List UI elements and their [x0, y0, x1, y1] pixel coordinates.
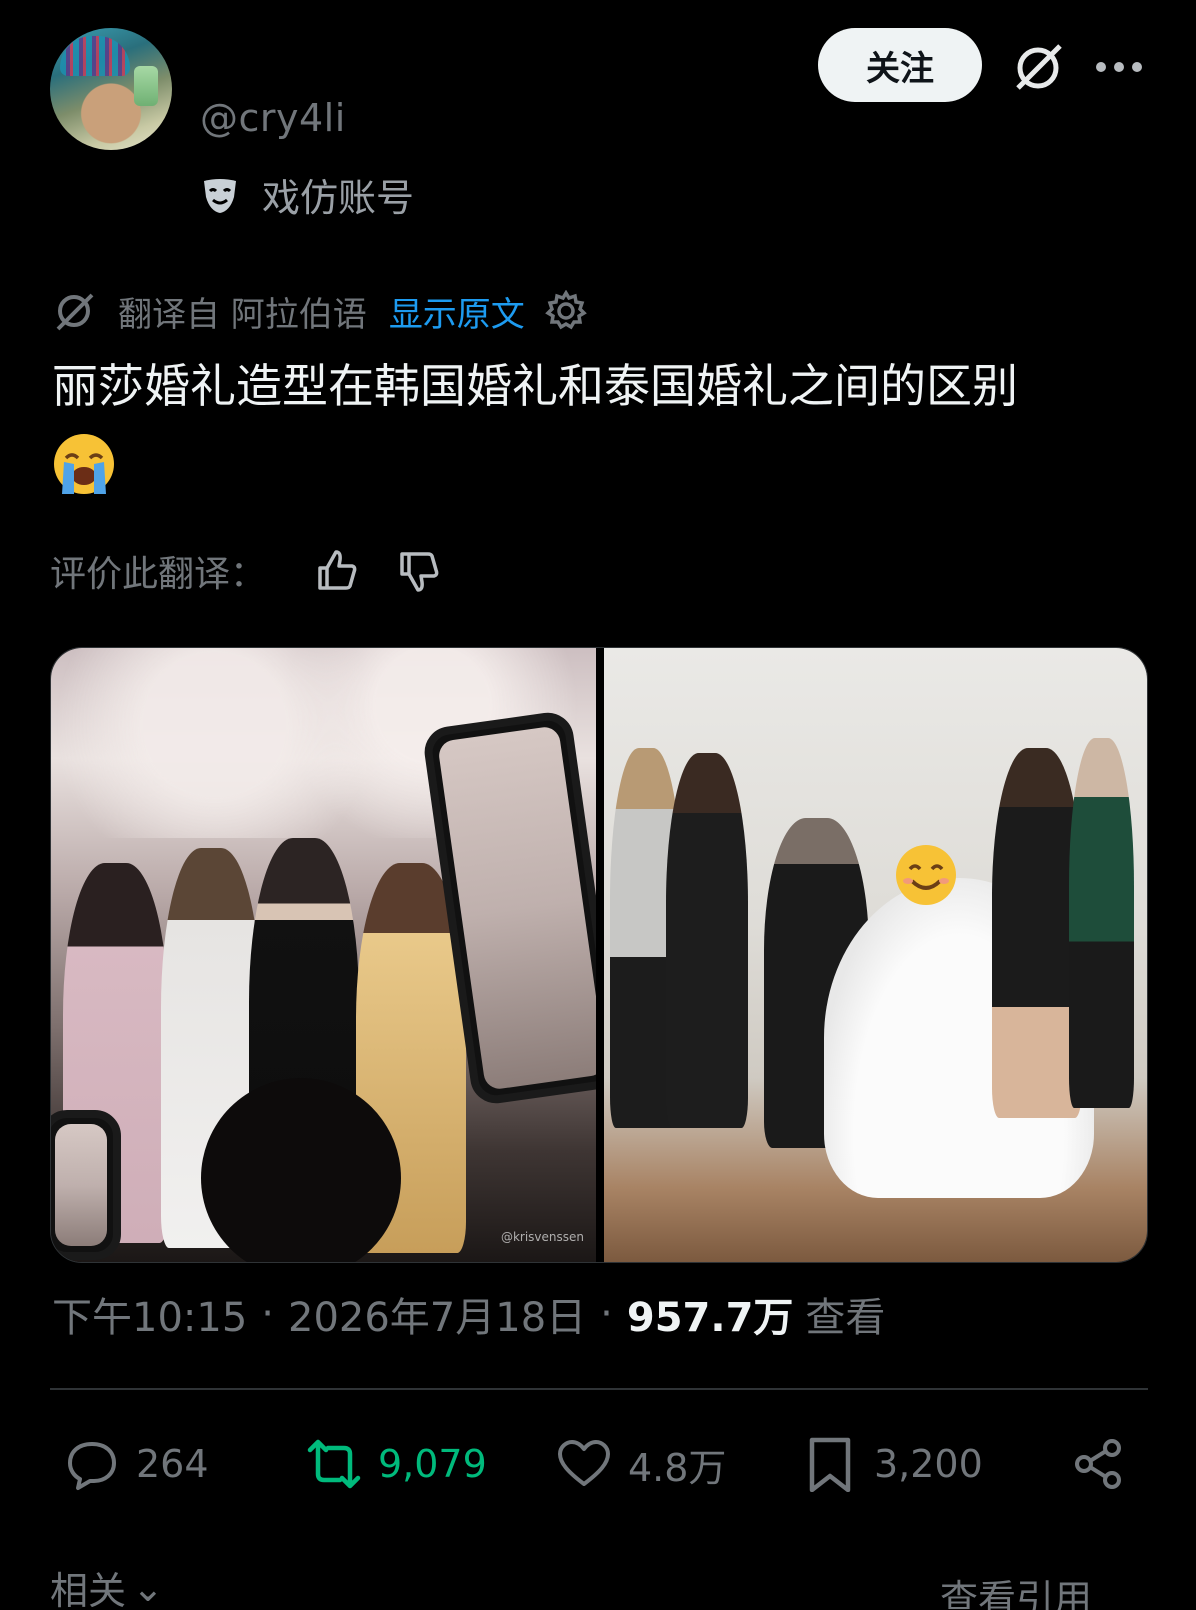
bookmark-button[interactable]: 3,200: [802, 1432, 983, 1496]
share-button[interactable]: [1070, 1432, 1126, 1496]
parody-mask-icon: [204, 178, 236, 213]
bookmark-icon: [809, 1437, 851, 1492]
loudly-crying-face-icon: [54, 434, 114, 494]
thumbs-up-icon[interactable]: [314, 548, 360, 594]
view-count: 957.7万: [626, 1295, 794, 1341]
repost-button[interactable]: 9,079: [306, 1432, 487, 1496]
repost-icon: [307, 1439, 361, 1489]
share-icon: [1075, 1439, 1121, 1489]
rate-label: 评价此翻译：: [50, 554, 267, 595]
show-original-link[interactable]: 显示原文: [389, 287, 525, 336]
user-handle[interactable]: @cry4li: [200, 96, 346, 140]
reply-button[interactable]: 264: [64, 1432, 209, 1496]
like-count: 4.8万: [628, 1445, 727, 1490]
repost-count: 9,079: [378, 1442, 487, 1486]
translated-from-label: 翻译自 阿拉伯语: [118, 294, 367, 335]
chevron-down-icon: ⌄: [132, 1565, 164, 1610]
views-label: 查看: [805, 1295, 886, 1341]
view-quotes-link[interactable]: 查看引用: [940, 1568, 1092, 1610]
post-time: 下午10:15: [52, 1295, 248, 1341]
gear-icon[interactable]: [544, 290, 587, 332]
translation-row: 翻译自 阿拉伯语 显示原文: [52, 287, 587, 336]
photo-watermark: @krisvenssen: [500, 1230, 584, 1244]
rate-translation: 评价此翻译：: [50, 545, 442, 597]
action-bar: 264 9,079 4.8万 3,200: [0, 1432, 1196, 1496]
follow-button[interactable]: 关注: [818, 28, 982, 102]
post-meta: 下午10:15 · 2026年7月18日 · 957.7万 查看: [52, 1285, 885, 1343]
wedding-photo-korean[interactable]: [604, 648, 1147, 1262]
smiling-face-icon: [896, 845, 956, 905]
post-date: 2026年7月18日: [288, 1295, 587, 1341]
reply-icon: [68, 1442, 116, 1490]
grok-icon[interactable]: [1010, 40, 1066, 96]
more-icon[interactable]: [1096, 52, 1146, 82]
avatar[interactable]: [50, 28, 172, 150]
wedding-photo-thai[interactable]: @krisvenssen: [51, 648, 596, 1262]
reply-count: 264: [136, 1442, 209, 1486]
parody-label: 戏仿账号: [262, 176, 415, 220]
divider: [50, 1388, 1148, 1390]
post-text: 丽莎婚礼造型在韩国婚礼和泰国婚礼之间的区别: [52, 359, 1018, 413]
thumbs-down-icon[interactable]: [396, 548, 442, 594]
media-grid[interactable]: @krisvenssen: [50, 647, 1148, 1263]
like-button[interactable]: 4.8万: [556, 1432, 726, 1496]
related-toggle[interactable]: 相关 ⌄: [50, 1560, 164, 1610]
heart-icon: [558, 1440, 610, 1486]
related-label: 相关: [50, 1569, 127, 1610]
parody-badge: 戏仿账号: [200, 167, 414, 222]
translate-icon: [56, 293, 94, 331]
bookmark-count: 3,200: [874, 1442, 983, 1486]
